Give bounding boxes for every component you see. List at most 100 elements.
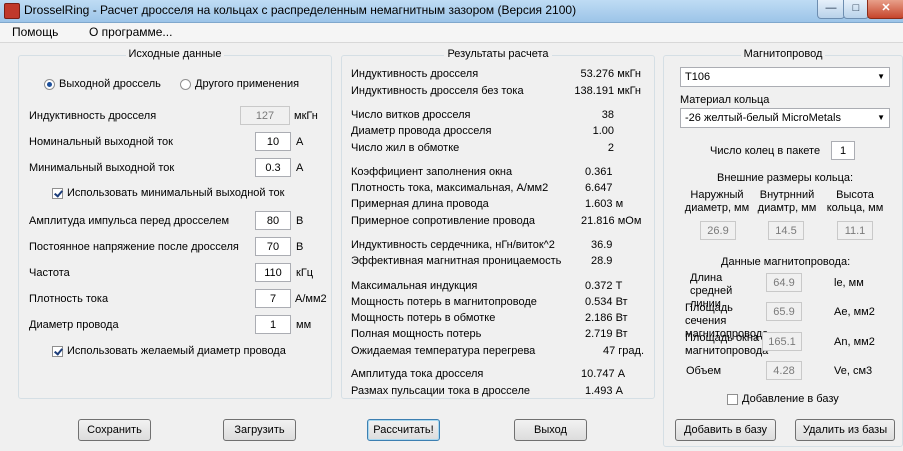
rings-count-field[interactable]: 1 (831, 141, 855, 160)
result-value: 6.647 (585, 182, 613, 194)
min-current-field[interactable]: 0.3 (255, 158, 291, 177)
result-value: 21.816 мОм (581, 215, 642, 227)
result-value: 0.361 (585, 166, 613, 178)
chevron-down-icon: ▼ (877, 72, 885, 81)
maximize-button[interactable]: □ (843, 0, 869, 19)
current-density-unit: А/мм2 (295, 293, 327, 305)
frequency-label: Частота (29, 267, 70, 279)
result-label: Полная мощность потерь (351, 328, 482, 340)
input-group-title: Исходные данные (125, 48, 225, 60)
wire-diameter-field[interactable]: 1 (255, 315, 291, 334)
core-select-value: T106 (685, 71, 711, 83)
pulse-amplitude-unit: В (296, 215, 304, 227)
result-value: 138.191 мкГн (574, 85, 641, 97)
app-icon (4, 3, 20, 19)
dc-voltage-unit: В (296, 241, 304, 253)
result-label: Мощность потерь в магнитопроводе (351, 296, 537, 308)
dc-voltage-field[interactable]: 70 (255, 237, 291, 256)
nominal-current-unit: А (296, 136, 304, 148)
material-select-value: -26 желтый-белый MicroMetals (685, 112, 841, 124)
ve-field[interactable]: 4.28 (766, 361, 802, 380)
menu-help[interactable]: Помощь (12, 25, 58, 39)
result-value: 2.719 Вт (585, 328, 628, 340)
ae-field[interactable]: 65.9 (766, 302, 802, 321)
mag-data-label: Данные магнитопровода: (721, 256, 851, 268)
result-label: Ожидаемая температура перегрева (351, 345, 536, 357)
use-wire-diameter-checkbox[interactable] (52, 346, 63, 357)
result-label: Индуктивность дросселя (351, 68, 479, 80)
exit-button[interactable]: Выход (514, 419, 587, 441)
le-unit-label: le, мм (834, 277, 864, 289)
result-label: Число витков дросселя (351, 109, 471, 121)
result-value: 10.747 А (581, 368, 626, 380)
ae-unit: Ae, мм2 (834, 306, 875, 318)
height-label: Высота кольца, мм (826, 189, 884, 214)
pulse-amplitude-field[interactable]: 80 (255, 211, 291, 230)
result-label: Амплитуда тока дросселя (351, 368, 484, 380)
ve-unit: Ve, см3 (834, 365, 873, 377)
result-label: Индуктивность дросселя без тока (351, 85, 524, 97)
inner-diameter-field[interactable]: 14.5 (768, 221, 804, 240)
add-to-db-button[interactable]: Добавить в базу (675, 419, 776, 441)
inductance-field[interactable]: 127 (240, 106, 290, 125)
min-current-unit: А (296, 162, 304, 174)
result-value: 1.493 А (585, 385, 623, 397)
add-to-db-checkbox[interactable] (727, 394, 738, 405)
result-label: Эффективная магнитная проницаемость (351, 255, 562, 267)
height-field[interactable]: 11.1 (837, 221, 873, 240)
result-label: Плотность тока, максимальная, А/мм2 (351, 182, 549, 194)
results-group-title: Результаты расчета (444, 48, 552, 60)
result-value: 0.372 Т (585, 280, 623, 292)
current-density-label: Плотность тока (29, 293, 109, 305)
radio-other-use[interactable] (180, 79, 191, 90)
radio-output-choke[interactable] (44, 79, 55, 90)
result-label: Коэффициент заполнения окна (351, 166, 513, 178)
core-select[interactable]: T106 ▼ (680, 67, 890, 87)
menu-bar: Помощь О программе... (0, 23, 903, 43)
use-min-current-checkbox[interactable] (52, 188, 63, 199)
an-field[interactable]: 165.1 (762, 332, 802, 351)
title-bar: DrosselRing - Расчет дросселя на кольцах… (0, 0, 903, 23)
external-dims-label: Внешние размеры кольца: (717, 172, 854, 184)
load-button[interactable]: Загрузить (223, 419, 296, 441)
remove-from-db-button[interactable]: Удалить из базы (795, 419, 895, 441)
minimize-button[interactable]: — (817, 0, 845, 19)
current-density-field[interactable]: 7 (255, 289, 291, 308)
result-label: Максимальная индукция (351, 280, 478, 292)
calculate-button[interactable]: Рассчитать! (367, 419, 440, 441)
outer-diameter-field[interactable]: 26.9 (700, 221, 736, 240)
pulse-amplitude-label: Амплитуда импульса перед дросселем (29, 215, 230, 227)
rings-count-label: Число колец в пакете (710, 145, 821, 157)
min-current-label: Минимальный выходной ток (29, 162, 175, 174)
menu-about[interactable]: О программе... (89, 25, 172, 39)
result-label: Индуктивность сердечника, нГн/виток^2 (351, 239, 555, 251)
material-label: Материал кольца (680, 94, 770, 106)
result-value: 1.00 (592, 125, 614, 137)
result-value: 1.603 м (585, 198, 624, 210)
frequency-field[interactable]: 110 (255, 263, 291, 282)
wire-diameter-unit: мм (296, 319, 312, 331)
result-value: 28.9 (591, 255, 613, 267)
save-button[interactable]: Сохранить (78, 419, 151, 441)
result-value: 36.9 (591, 239, 613, 251)
outer-diameter-label: Наружный диаметр, мм (684, 189, 750, 214)
result-label: Мощность потерь в обмотке (351, 312, 496, 324)
inner-diameter-label: Внутрнний диамтр, мм (757, 189, 817, 214)
result-value: 0.534 Вт (585, 296, 628, 308)
material-select[interactable]: -26 желтый-белый MicroMetals ▼ (680, 108, 890, 128)
result-label: Примерное сопротивление провода (351, 215, 536, 227)
use-min-current-label: Использовать минимальный выходной ток (67, 187, 285, 199)
result-value: 2 (607, 142, 614, 154)
add-to-db-label: Добавление в базу (742, 393, 839, 405)
chevron-down-icon: ▼ (877, 113, 885, 122)
result-label: Число жил в обмотке (351, 142, 460, 154)
inductance-label: Индуктивность дросселя (29, 110, 157, 122)
le-field[interactable]: 64.9 (766, 273, 802, 292)
an-label: Площадь окна магнитопровода (685, 332, 769, 357)
close-button[interactable]: ✕ (867, 0, 903, 19)
radio-output-choke-label: Выходной дроссель (59, 78, 161, 90)
frequency-unit: кГц (296, 267, 314, 279)
radio-other-use-label: Другого применения (195, 78, 300, 90)
core-group-title: Магнитопровод (740, 48, 826, 60)
nominal-current-field[interactable]: 10 (255, 132, 291, 151)
